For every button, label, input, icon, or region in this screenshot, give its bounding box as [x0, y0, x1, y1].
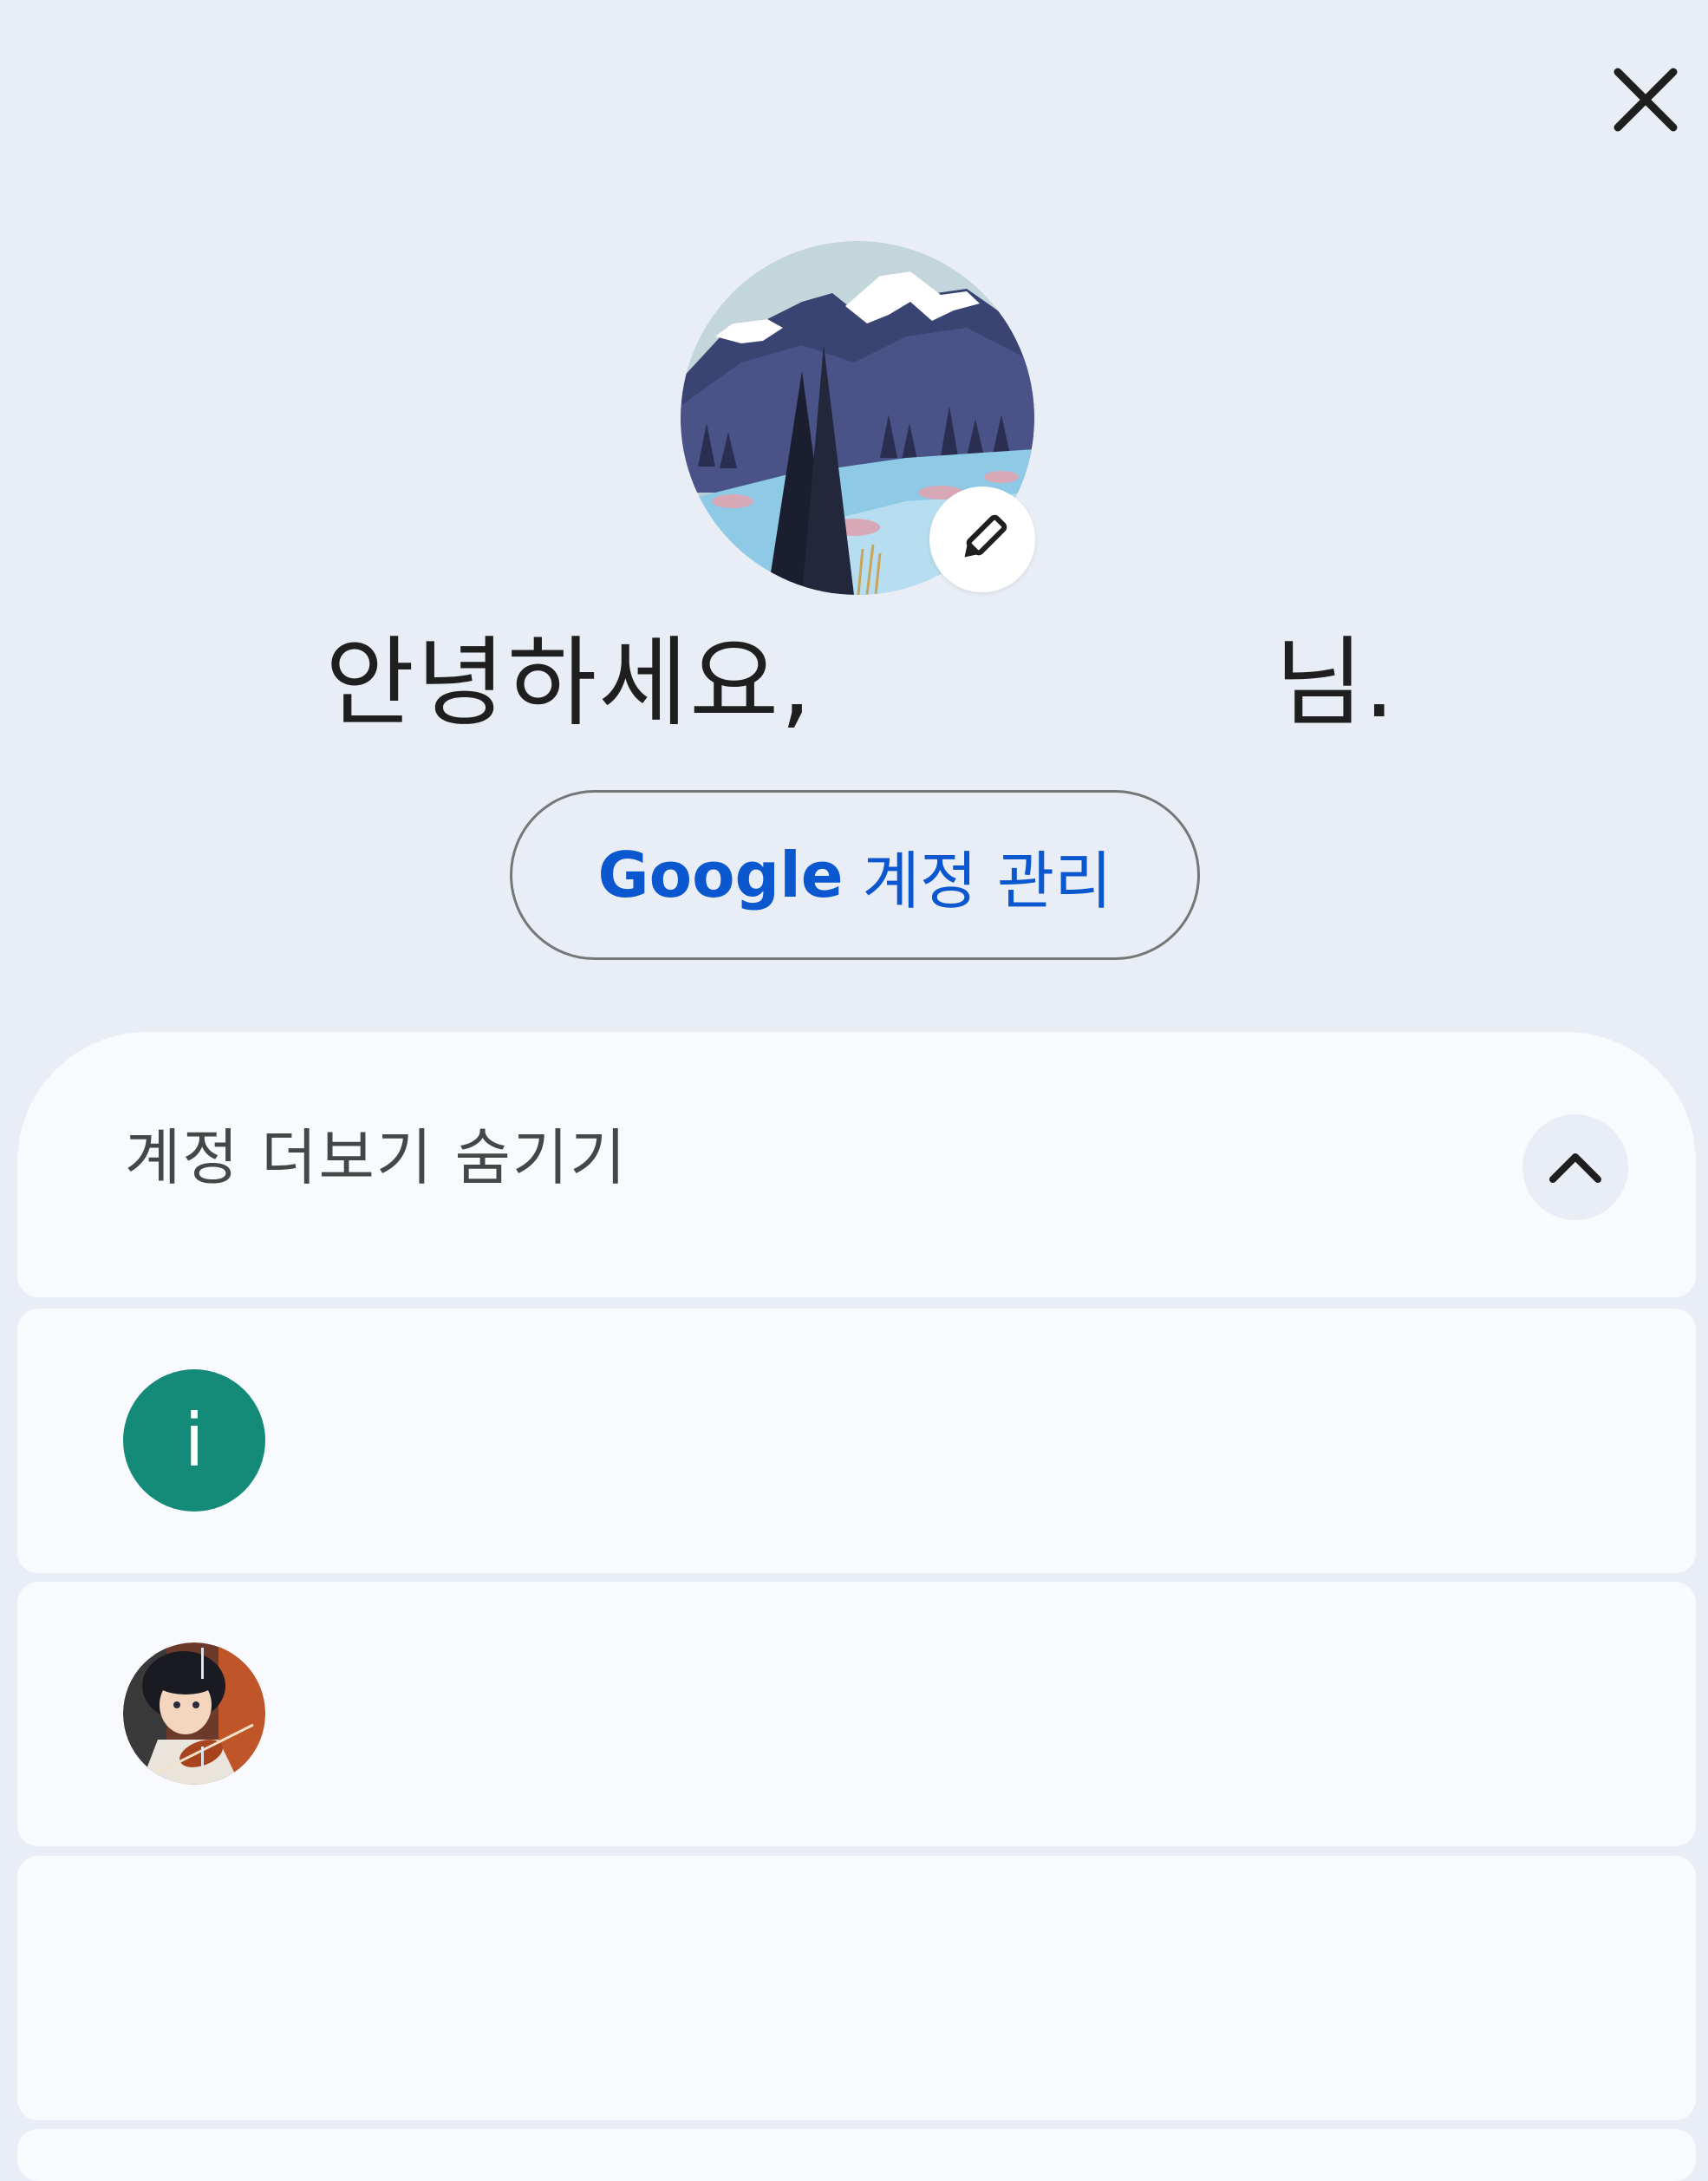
profile-avatar-container: [681, 241, 1035, 595]
accounts-toggle-row[interactable]: 계정 더보기 숨기기: [17, 1032, 1696, 1297]
edit-avatar-button[interactable]: [929, 486, 1035, 592]
redacted-text-mark: [201, 1747, 204, 1767]
account-photo-avatar: [123, 1642, 265, 1785]
redacted-text-mark: [201, 1648, 204, 1679]
manage-brand: Google: [597, 839, 844, 911]
account-row[interactable]: [17, 2129, 1696, 2181]
account-row[interactable]: [17, 1582, 1696, 1846]
pencil-icon: [954, 511, 1011, 568]
close-icon: [1611, 65, 1680, 134]
manage-google-account-button[interactable]: Google 계정 관리: [510, 790, 1200, 960]
greeting: 안녕하세요, 님.: [0, 623, 1708, 744]
manage-label: 계정 관리: [862, 844, 1112, 917]
greeting-suffix: 님.: [1274, 627, 1395, 740]
account-letter-avatar: i: [123, 1369, 265, 1512]
chevron-up-icon: [1548, 1150, 1603, 1185]
accounts-toggle-label: 계정 더보기 숨기기: [125, 1122, 628, 1193]
account-row[interactable]: [17, 1856, 1696, 2120]
account-row[interactable]: i: [17, 1309, 1696, 1573]
close-button[interactable]: [1598, 52, 1693, 147]
collapse-accounts-button[interactable]: [1522, 1114, 1628, 1220]
greeting-prefix: 안녕하세요,: [325, 627, 813, 740]
